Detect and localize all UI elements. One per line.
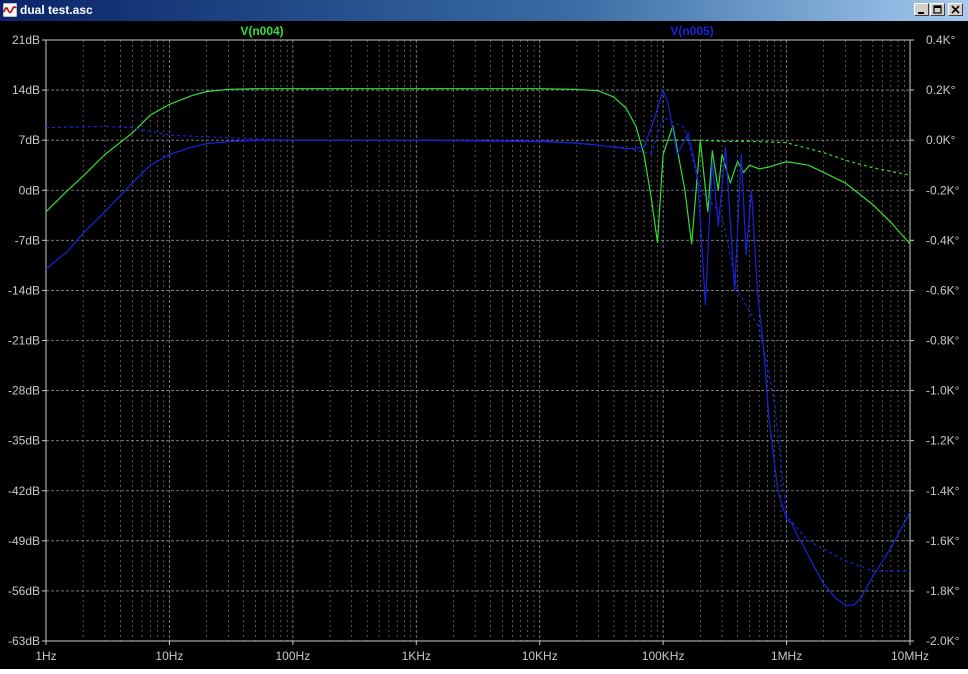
x-tick-label: 100KHz (642, 649, 685, 663)
y-left-tick-label: -28dB (8, 384, 40, 398)
y-left-tick-label: -49dB (8, 534, 40, 548)
y-left-tick-label: -7dB (15, 233, 40, 247)
grid (45, 39, 911, 642)
y-right-tick-label: -2.0K° (926, 634, 960, 648)
close-icon (951, 5, 960, 14)
series-line-v-n005-phase (45, 117, 910, 572)
legend-entry[interactable]: V(n005) (670, 24, 713, 38)
legend[interactable]: V(n004) V(n005) (240, 24, 713, 38)
x-tick-label: 10Hz (155, 649, 183, 663)
axes: 1Hz 10Hz 100Hz 1KHz 10KHz 100KHz 1MHz 10MHz 21dB… (8, 33, 960, 663)
restore-button[interactable] (930, 3, 945, 16)
y-right-tick-label: -0.8K° (926, 334, 960, 348)
plot-window: dual test.asc 1Hz 10Hz 100Hz 1KHz 10KHz 100KH… (0, 0, 968, 669)
y-left-tick-label: 14dB (12, 83, 40, 97)
y-left-tick-label: -42dB (8, 484, 40, 498)
x-tick-label: 100Hz (276, 649, 311, 663)
y-left-tick-label: -56dB (8, 584, 40, 598)
series-group (45, 88, 911, 606)
y-right-tick-label: 0.4K° (926, 33, 956, 47)
x-tick-label: 1Hz (35, 649, 56, 663)
y-left-tick-label: -35dB (8, 434, 40, 448)
y-right-tick-label: 0.2K° (926, 83, 956, 97)
y-right-tick-label: 0.0K° (926, 133, 956, 147)
y-left-tick-label: 0dB (19, 183, 40, 197)
minimize-button[interactable] (914, 3, 929, 16)
y-right-tick-label: -0.2K° (926, 183, 960, 197)
y-right-tick-label: -1.2K° (926, 434, 960, 448)
y-right-tick-label: -0.4K° (926, 233, 960, 247)
window-title: dual test.asc (20, 3, 93, 17)
x-tick-label: 10KHz (522, 649, 558, 663)
series-line-v-n005 (45, 89, 911, 606)
series-line-v-n004 (45, 88, 911, 245)
y-left-tick-label: -21dB (8, 334, 40, 348)
y-right-tick-label: -1.4K° (926, 484, 960, 498)
title-bar[interactable]: dual test.asc (0, 0, 968, 21)
x-tick-label: 10MHz (891, 649, 929, 663)
y-right-tick-label: -1.0K° (926, 384, 960, 398)
waveform-icon (3, 3, 17, 17)
x-tick-label: 1KHz (402, 649, 431, 663)
x-tick-label: 1MHz (771, 649, 802, 663)
y-left-tick-label: -63dB (8, 634, 40, 648)
legend-entry[interactable]: V(n004) (240, 24, 283, 38)
y-right-tick-label: -1.8K° (926, 584, 960, 598)
y-right-tick-label: -0.6K° (926, 283, 960, 297)
bode-plot[interactable]: 1Hz 10Hz 100Hz 1KHz 10KHz 100KHz 1MHz 10MHz 21dB… (0, 21, 968, 669)
minimize-icon (918, 12, 924, 14)
y-left-tick-label: -14dB (8, 283, 40, 297)
plot-area[interactable]: 1Hz 10Hz 100Hz 1KHz 10KHz 100KHz 1MHz 10MHz 21dB… (0, 21, 968, 669)
restore-icon (933, 5, 942, 14)
y-left-tick-label: 21dB (12, 33, 40, 47)
y-right-tick-label: -1.6K° (926, 534, 960, 548)
y-left-tick-label: 7dB (19, 133, 40, 147)
close-button[interactable] (948, 3, 963, 16)
